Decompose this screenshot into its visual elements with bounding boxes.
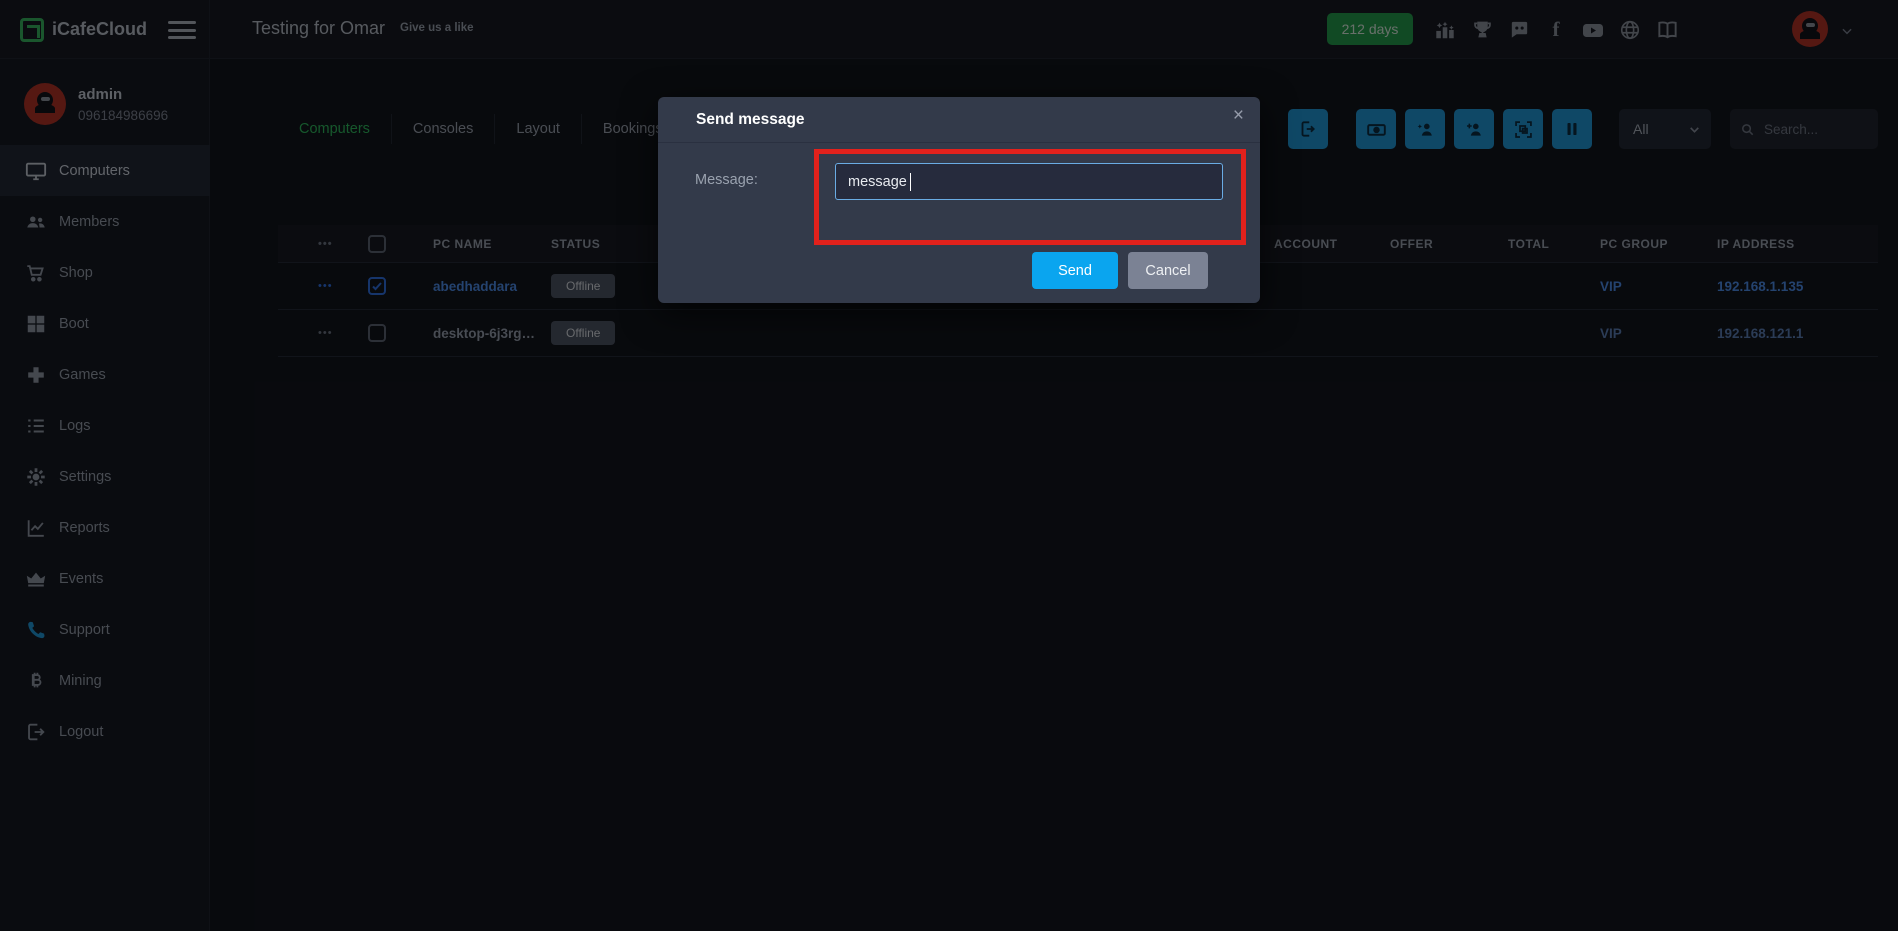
text-caret — [910, 173, 912, 191]
message-input-value: message — [848, 174, 907, 190]
modal-title: Send message — [696, 111, 805, 129]
send-button[interactable]: Send — [1032, 252, 1118, 289]
send-message-modal: Send message × Message: message Send Can… — [658, 97, 1260, 303]
message-input[interactable]: message — [835, 163, 1223, 200]
message-label: Message: — [695, 172, 758, 188]
close-icon[interactable]: × — [1233, 105, 1244, 127]
modal-header: Send message × — [658, 97, 1260, 143]
cancel-button[interactable]: Cancel — [1128, 252, 1208, 289]
